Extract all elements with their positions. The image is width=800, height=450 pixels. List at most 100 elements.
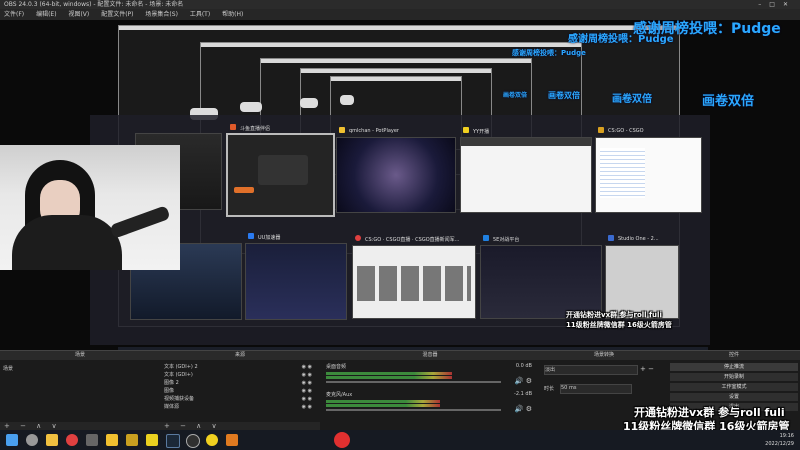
duration-input[interactable]: 50 ms	[560, 384, 632, 394]
taskview-window-csgo[interactable]: CS:GO - CSGO	[595, 127, 702, 213]
double-overlay: 画卷双倍	[612, 94, 652, 105]
taskview-window-yy[interactable]: YY开播	[460, 127, 592, 213]
dock-title: 场景转换	[540, 351, 668, 360]
taskview-window-5e[interactable]: 5E对战平台	[480, 235, 602, 319]
thanks-overlay: 感谢周榜投喂：Pudge	[568, 34, 674, 45]
window-label: YY开播	[473, 129, 490, 135]
audio-meter	[326, 372, 452, 375]
app-icon	[608, 235, 614, 241]
mixer-channel-level: 0.0 dB	[515, 363, 532, 369]
taskview-window-douyu[interactable]: 斗鱼直播伴侣	[226, 124, 335, 217]
double-overlay: 画卷双倍	[503, 92, 528, 99]
sources-dock: 来源 文本 (GDI+) 2 文本 (GDI+) 图像 2 图像 视频捕获设备 …	[160, 351, 321, 431]
chrome-icon[interactable]	[66, 434, 78, 446]
audio-meter	[326, 400, 440, 403]
close-button[interactable]: ✕	[783, 1, 796, 8]
thanks-overlay: 感谢周榜投喂：Pudge	[512, 49, 586, 57]
folder-icon[interactable]	[46, 434, 58, 446]
duration-value: 50 ms	[561, 385, 577, 391]
window-titlebar: OBS 24.0.3 (64-bit, windows) - 配置文件: 未命名…	[0, 0, 800, 9]
promo-overlay-small: 开通钻粉进vx群 参与roll fuli	[566, 311, 662, 319]
preview-canvas[interactable]: 感谢周榜投喂：Pudge 感谢周榜投喂：Pudge 感谢周榜投喂：Pudge 画…	[0, 20, 800, 350]
start-icon[interactable]	[6, 434, 18, 446]
menu-profile[interactable]: 配置文件(P)	[101, 11, 133, 18]
minimize-button[interactable]: –	[758, 1, 769, 8]
window-label: 斗鱼直播伴侣	[240, 126, 271, 132]
menu-file[interactable]: 文件(F)	[4, 11, 24, 18]
app-icon[interactable]	[226, 434, 238, 446]
menu-view[interactable]: 视图(V)	[68, 11, 89, 18]
duration-label: 时长	[544, 386, 555, 392]
taskview-window-chrome[interactable]: CS:GO · CSGO直播 · CSGO直播新闻军...	[352, 235, 476, 319]
webcam-feed	[0, 145, 180, 270]
search-icon[interactable]	[26, 434, 38, 446]
studio-mode-button[interactable]: 工作室模式	[670, 383, 798, 391]
double-overlay: 画卷双倍	[702, 94, 755, 109]
stop-streaming-button[interactable]: 停止推流	[670, 363, 798, 371]
start-recording-button[interactable]: 开始录制	[670, 373, 798, 381]
speaker-icon[interactable]: 🔊 ⚙	[515, 377, 532, 385]
source-item[interactable]: 文本 (GDI+) 2	[164, 363, 198, 370]
promo-overlay-small: 11级粉丝牌微信群 16级火箭房管	[566, 321, 672, 329]
source-item[interactable]: 媒体源	[164, 403, 179, 410]
scene-item[interactable]: 场景	[3, 365, 13, 372]
window-controls: –□✕	[758, 0, 796, 9]
window-label: UU加速器	[258, 235, 281, 241]
dock-title: 控件	[668, 351, 800, 360]
maximize-button[interactable]: □	[769, 1, 783, 8]
mixer-channel-name: 麦克风/Aux	[326, 392, 353, 398]
app-icon	[248, 233, 254, 239]
dock-title: 场景	[0, 351, 160, 360]
settings-button[interactable]: 设置	[670, 393, 798, 401]
chrome-icon	[355, 235, 361, 241]
potplayer-icon[interactable]	[106, 434, 118, 446]
transition-type: 淡出	[545, 367, 556, 373]
app-icon	[339, 127, 345, 133]
window-label: CS:GO - CSGO	[608, 128, 644, 134]
window-label: Studio One - 2...	[618, 236, 659, 242]
clock-time: 19:16	[779, 433, 794, 439]
speaker-icon[interactable]: 🔊 ⚙	[515, 405, 532, 413]
app-icon	[598, 127, 604, 133]
menu-help[interactable]: 帮助(H)	[222, 11, 243, 18]
app-icon	[483, 235, 489, 241]
taskview-window-uu[interactable]: UU加速器	[245, 233, 347, 320]
mixer-channel-level: -2.1 dB	[514, 391, 532, 397]
audio-meter	[326, 404, 440, 407]
yy-icon[interactable]	[146, 434, 158, 446]
csgo-icon[interactable]	[126, 434, 138, 446]
app-icon	[230, 124, 236, 130]
menu-bar: 文件(F) 编辑(E) 视图(V) 配置文件(P) 场景集合(S) 工具(T) …	[0, 9, 800, 20]
steam-icon[interactable]	[166, 434, 180, 448]
source-item[interactable]: 视频捕获设备	[164, 395, 194, 402]
audio-meter	[326, 376, 452, 379]
double-overlay: 画卷双倍	[548, 91, 580, 100]
source-item[interactable]: 文本 (GDI+)	[164, 371, 193, 378]
menu-scene-collection[interactable]: 场景集合(S)	[145, 11, 178, 18]
volume-slider[interactable]	[326, 381, 501, 383]
mic-icon[interactable]	[86, 434, 98, 446]
eye-icon[interactable]: ◉ ◉ ◉ ◉ ◉ ◉ ◉ ◉ ◉ ◉ ◉ ◉	[302, 363, 312, 411]
app-icon[interactable]	[206, 434, 218, 446]
obs-icon[interactable]	[186, 434, 200, 448]
windows-taskbar: 19:16 2022/12/29	[0, 430, 800, 450]
menu-tools[interactable]: 工具(T)	[190, 11, 210, 18]
source-item[interactable]: 图像	[164, 387, 174, 394]
clock[interactable]: 19:16 2022/12/29	[765, 432, 794, 448]
window-title: OBS 24.0.3 (64-bit, windows) - 配置文件: 未命名…	[4, 1, 184, 8]
app-icon	[463, 127, 469, 133]
volume-slider[interactable]	[326, 409, 501, 411]
scenes-dock: 场景 场景 + − ∧ ∨	[0, 351, 161, 431]
mixer-dock: 混音器 桌面音频 0.0 dB 🔊 ⚙ 麦克风/Aux -2.1 dB 🔊 ⚙	[320, 351, 541, 431]
dock-title: 混音器	[320, 351, 540, 360]
window-label: CS:GO · CSGO直播 · CSGO直播新闻军...	[365, 237, 460, 243]
clock-date: 2022/12/29	[765, 441, 794, 447]
dock-title: 来源	[160, 351, 320, 360]
netease-icon[interactable]	[334, 432, 350, 448]
menu-edit[interactable]: 编辑(E)	[36, 11, 56, 18]
taskview-window-studio-one[interactable]: Studio One - 2...	[605, 235, 679, 319]
taskview-window-potplayer[interactable]: qmlchan - PotPlayer	[336, 127, 456, 213]
source-item[interactable]: 图像 2	[164, 379, 179, 386]
transition-select[interactable]: 淡出	[544, 365, 638, 375]
add-transition-button[interactable]: + −	[640, 365, 654, 373]
